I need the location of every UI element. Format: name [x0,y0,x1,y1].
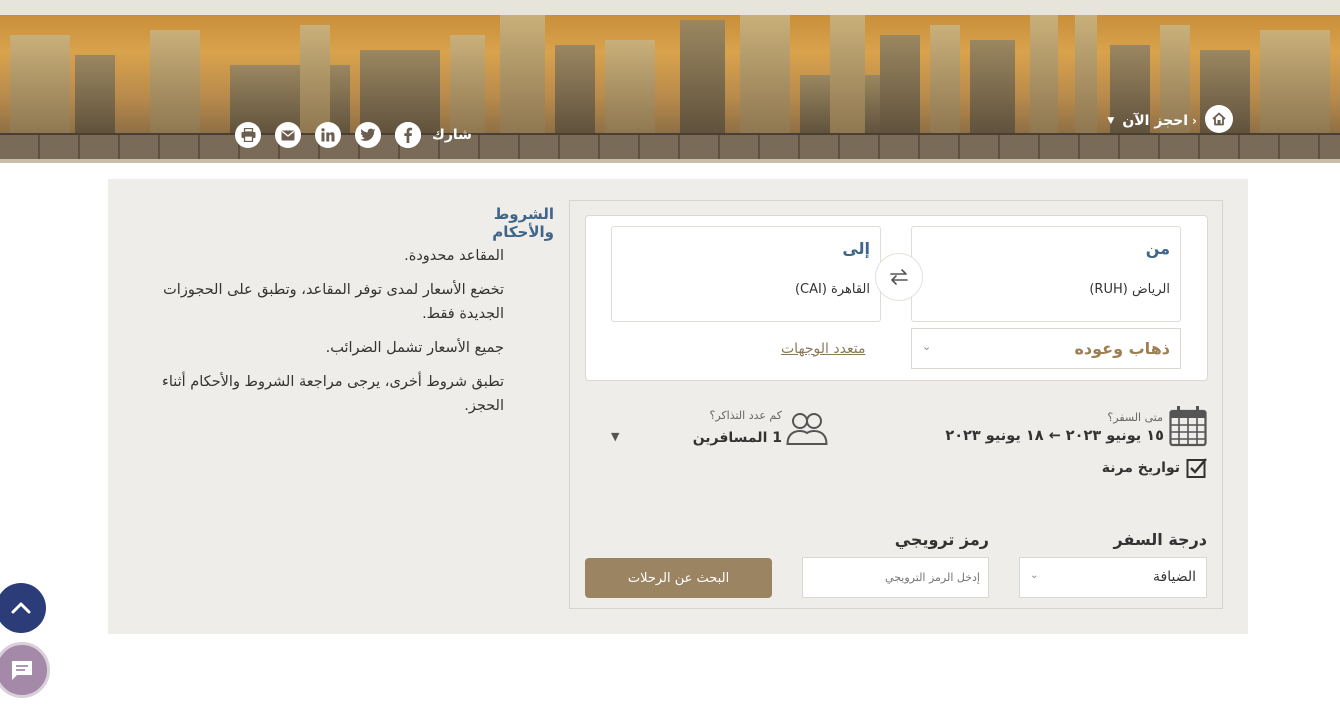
book-now-dropdown[interactable]: ‹ احجز الآن ▼ [1105,112,1197,130]
promo-code-input[interactable] [802,557,989,598]
caret-down-icon[interactable]: ▼ [611,430,619,443]
print-icon [241,128,255,142]
top-strip [0,0,1340,15]
multi-city-link[interactable]: متعدد الوجهات [781,341,865,357]
mail-icon [281,130,295,140]
home-icon [1212,112,1226,126]
calendar-icon [1169,406,1207,447]
terms-item: جميع الأسعار تشمل الضرائب. [325,340,504,356]
destination-value: القاهرة (CAI) [794,282,870,297]
cabin-class-select[interactable]: الضيافة ⌄ [1019,557,1207,598]
checkbox-checked-icon [1186,458,1207,478]
chat-bubble-icon [12,661,32,680]
passengers-icon [786,413,828,445]
cabin-class-title: درجة السفر [1113,530,1207,549]
breadcrumb-label: احجز الآن [1122,113,1189,129]
flexible-dates-label: تواريخ مرنة [1101,460,1180,476]
chat-button[interactable] [0,642,50,698]
home-icon-button[interactable] [1205,105,1233,133]
search-flights-button[interactable]: البحث عن الرحلات [585,558,772,598]
origin-label: من [1145,239,1170,258]
twitter-share-button[interactable] [355,122,381,148]
terms-list: المقاعد محدودة. تخضع الأسعار لمدى توفر ا… [120,244,504,428]
chevron-up-icon [11,602,31,614]
scroll-to-top-button[interactable] [0,583,46,633]
destination-field[interactable]: إلى القاهرة (CAI) [611,226,881,322]
origin-value: الرياض (RUH) [1089,282,1170,297]
chevron-down-icon: ⌄ [922,340,932,353]
terms-item: تخضع الأسعار لمدى توفر المقاعد، وتطبق عل… [163,282,504,322]
chevron-right-icon: ‹ [1192,114,1197,128]
facebook-icon [395,122,421,148]
email-share-button[interactable] [275,122,301,148]
origin-field[interactable]: من الرياض (RUH) [911,226,1181,322]
trip-type-value: ذهاب وعوده [1074,339,1170,358]
flexible-dates-checkbox[interactable]: تواريخ مرنة [1096,457,1208,479]
linkedin-share-button[interactable] [315,122,341,148]
passengers-value[interactable]: 1 المسافرين [680,430,782,446]
passengers-label: كم عدد التذاكر؟ [709,409,783,422]
travel-date-label: متى السفر؟ [1107,411,1163,424]
twitter-icon [360,128,376,141]
swap-locations-button[interactable] [875,253,923,301]
travel-date-value[interactable]: ١٥ يونيو ٢٠٢٣ ← ١٨ يونيو ٢٠٢٣ [940,428,1164,444]
chevron-down-icon: ⌄ [1030,570,1039,581]
terms-item: تطبق شروط أخرى، يرجى مراجعة الشروط والأح… [162,374,504,414]
print-button[interactable] [235,122,261,148]
destination-label: إلى [842,239,870,258]
terms-item: المقاعد محدودة. [404,248,504,264]
cabin-class-value: الضيافة [1153,569,1196,585]
header-banner [0,15,1340,163]
share-label: شارك [432,127,472,143]
terms-title: الشروط والأحكام [492,205,554,241]
facebook-share-button[interactable] [395,122,421,148]
swap-arrows-icon [890,269,908,285]
trip-type-select[interactable]: ذهاب وعوده ⌄ [911,328,1181,369]
linkedin-icon [321,128,335,142]
caret-down-icon: ▼ [1107,116,1115,126]
promo-code-title: رمز ترويجي [894,530,989,549]
